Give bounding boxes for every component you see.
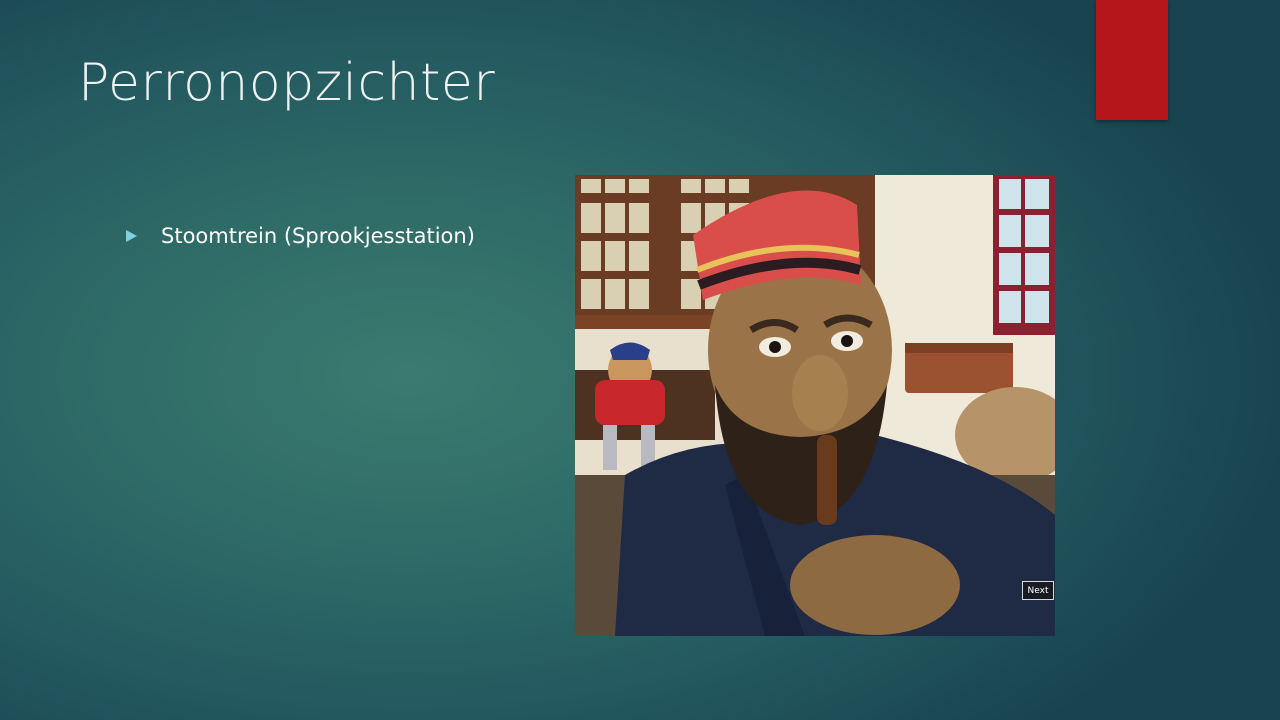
- bullet-item: Stoomtrein (Sprookjesstation): [126, 222, 475, 250]
- station-master-puppet-image: [575, 175, 1055, 636]
- triangle-bullet-icon: [126, 230, 137, 242]
- slide-title: Perronopzichter: [78, 53, 496, 113]
- slide-photo: Next: [575, 175, 1055, 636]
- slide: Perronopzichter Stoomtrein (Sprookjessta…: [0, 0, 1280, 720]
- bullet-text: Stoomtrein (Sprookjesstation): [161, 224, 475, 248]
- bullet-list: Stoomtrein (Sprookjesstation): [126, 222, 475, 250]
- accent-bar: [1096, 0, 1168, 120]
- next-button[interactable]: Next: [1022, 581, 1054, 600]
